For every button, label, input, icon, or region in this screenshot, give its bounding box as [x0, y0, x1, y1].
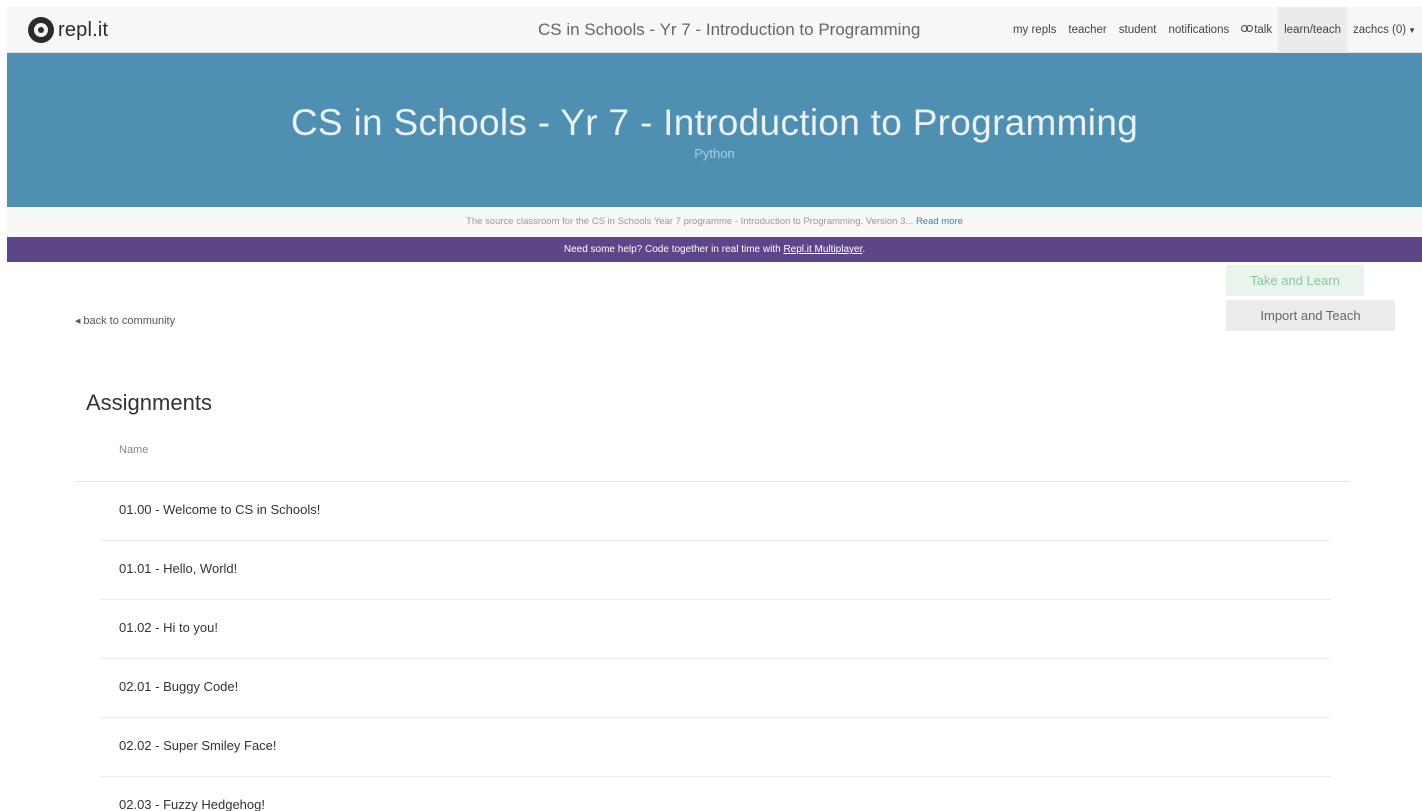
assignment-row[interactable]: 01.01 - Hello, World! [100, 541, 1331, 600]
nav-link-my-repls[interactable]: my repls [1007, 7, 1062, 53]
multiplayer-link[interactable]: Repl.it Multiplayer [783, 244, 862, 255]
assignment-name: 02.03 - Fuzzy Hedgehog! [119, 797, 265, 811]
nav-link-notifications[interactable]: notifications [1162, 7, 1235, 53]
nav-link-talk[interactable]: talk [1235, 7, 1278, 53]
help-banner-text: Need some help? Code together in real ti… [563, 244, 781, 255]
nav-links: my repls teacher student notifications t… [1007, 7, 1422, 53]
nav-link-learn-teach[interactable]: learn/teach [1278, 7, 1348, 53]
nav-link-student[interactable]: student [1113, 7, 1163, 53]
multiplayer-help-banner: Need some help? Code together in real ti… [7, 237, 1422, 262]
classroom-description: The source classroom for the CS in Schoo… [7, 207, 1422, 237]
classroom-hero: CS in Schools - Yr 7 - Introduction to P… [7, 53, 1422, 207]
assignment-name: 01.00 - Welcome to CS in Schools! [119, 502, 321, 517]
user-menu[interactable]: zachcs (0) ▼ [1347, 7, 1422, 53]
caret-left-icon: ◀ [75, 318, 81, 325]
back-link-label: back to community [83, 315, 176, 327]
nav-link-talk-label: talk [1254, 24, 1273, 36]
assignment-row[interactable]: 02.01 - Buggy Code! [100, 659, 1331, 718]
assignment-name: 02.01 - Buggy Code! [119, 679, 239, 694]
import-and-teach-button[interactable]: Import and Teach [1226, 300, 1395, 331]
assignment-row[interactable]: 02.03 - Fuzzy Hedgehog! [100, 777, 1331, 811]
assignment-name: 01.02 - Hi to you! [119, 620, 218, 635]
classroom-language: Python [694, 146, 735, 161]
replit-logo[interactable]: repl.it [28, 17, 108, 43]
assignment-name: 02.02 - Super Smiley Face! [119, 738, 277, 753]
assignment-row[interactable]: 01.02 - Hi to you! [100, 600, 1331, 659]
help-banner-suffix: . [862, 244, 866, 255]
read-more-link[interactable]: Read more [916, 216, 963, 227]
chevron-down-icon: ▼ [1408, 26, 1416, 35]
replit-logo-icon [28, 17, 54, 43]
column-header-name: Name [119, 444, 149, 456]
people-icon [1241, 25, 1254, 34]
nav-link-teacher[interactable]: teacher [1062, 7, 1112, 53]
assignment-row[interactable]: 01.00 - Welcome to CS in Schools! [100, 482, 1331, 541]
logo-text: repl.it [58, 18, 109, 41]
description-text: The source classroom for the CS in Schoo… [466, 216, 914, 227]
assignment-row[interactable]: 02.02 - Super Smiley Face! [100, 718, 1331, 777]
assignment-name: 01.01 - Hello, World! [119, 561, 238, 576]
user-menu-label: zachcs (0) [1353, 24, 1407, 36]
classroom-title: CS in Schools - Yr 7 - Introduction to P… [290, 102, 1139, 143]
assignment-list: 01.00 - Welcome to CS in Schools! 01.01 … [100, 482, 1331, 811]
navbar-classroom-title: CS in Schools - Yr 7 - Introduction to P… [538, 20, 921, 39]
back-to-community-link[interactable]: ◀ back to community [75, 315, 175, 327]
assignments-heading: Assignments [86, 390, 212, 415]
top-navbar: repl.it CS in Schools - Yr 7 - Introduct… [7, 7, 1422, 53]
take-and-learn-button[interactable]: Take and Learn [1226, 265, 1364, 296]
